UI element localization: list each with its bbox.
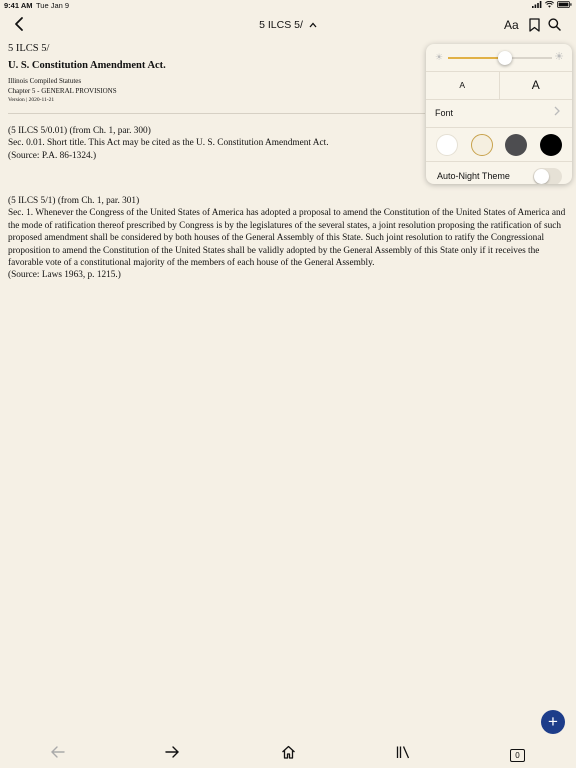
add-button[interactable]: + xyxy=(541,710,565,734)
status-date: Tue Jan 9 xyxy=(36,1,70,10)
brightness-slider[interactable] xyxy=(448,51,552,65)
brightness-low-icon: ☀ xyxy=(435,52,444,62)
battery-icon xyxy=(557,1,572,8)
search-icon[interactable] xyxy=(548,18,561,36)
section-source: (Source: Laws 1963, p. 1215.) xyxy=(8,270,121,281)
theme-swatch-sepia[interactable] xyxy=(470,133,493,156)
brightness-slider-knob[interactable] xyxy=(498,51,513,65)
brightness-high-icon: ☀ xyxy=(554,51,564,63)
chevron-up-icon xyxy=(309,19,317,31)
bottom-toolbar: 0 xyxy=(0,740,576,768)
status-time: 9:41 AM xyxy=(4,1,33,10)
theme-swatch-gray[interactable] xyxy=(505,133,528,156)
brightness-row: ☀ ☀ xyxy=(426,44,572,71)
reader-settings-popover: ☀ ☀ A A Font Auto-Night Theme xyxy=(426,44,572,184)
nav-bar: 5 ILCS 5/ Aa xyxy=(0,12,576,40)
decrease-font-size-button[interactable]: A xyxy=(426,72,499,99)
arrow-left-icon[interactable] xyxy=(50,745,65,764)
theme-swatch-white[interactable] xyxy=(436,133,459,156)
brightness-slider-fill xyxy=(448,57,506,59)
tabs-button[interactable]: 0 xyxy=(510,745,525,763)
auto-night-row: Auto-Night Theme xyxy=(426,161,572,184)
home-icon[interactable] xyxy=(281,745,296,764)
auto-night-toggle[interactable] xyxy=(533,168,562,184)
header-divider xyxy=(8,113,425,114)
toggle-knob xyxy=(534,169,549,184)
auto-night-label: Auto-Night Theme xyxy=(437,171,510,181)
text-settings-button[interactable]: Aa xyxy=(504,18,519,32)
plus-icon: + xyxy=(548,712,558,731)
bookmark-icon[interactable] xyxy=(529,18,540,37)
nav-title-button[interactable]: 5 ILCS 5/ xyxy=(0,19,576,31)
tabs-count: 0 xyxy=(510,749,525,762)
nav-title: 5 ILCS 5/ xyxy=(259,19,303,31)
status-bar: 9:41 AM Tue Jan 9 xyxy=(0,0,576,12)
theme-swatch-black[interactable] xyxy=(539,133,562,156)
section-body: Sec. 1. Whenever the Congress of the Uni… xyxy=(8,208,566,269)
font-label: Font xyxy=(435,108,454,118)
increase-font-size-button[interactable]: A xyxy=(498,72,573,99)
theme-row xyxy=(426,127,572,161)
status-icons xyxy=(532,1,572,8)
wifi-icon xyxy=(545,1,554,8)
chevron-right-icon xyxy=(554,106,560,119)
font-size-row: A A xyxy=(426,71,572,99)
section: (5 ILCS 5/1) (from Ch. 1, par. 301) Sec.… xyxy=(8,195,568,282)
cellular-icon xyxy=(532,1,542,8)
section-heading: (5 ILCS 5/1) (from Ch. 1, par. 301) xyxy=(8,196,140,206)
arrow-right-icon[interactable] xyxy=(165,745,180,764)
library-icon[interactable] xyxy=(396,745,410,764)
font-row[interactable]: Font xyxy=(426,99,572,127)
